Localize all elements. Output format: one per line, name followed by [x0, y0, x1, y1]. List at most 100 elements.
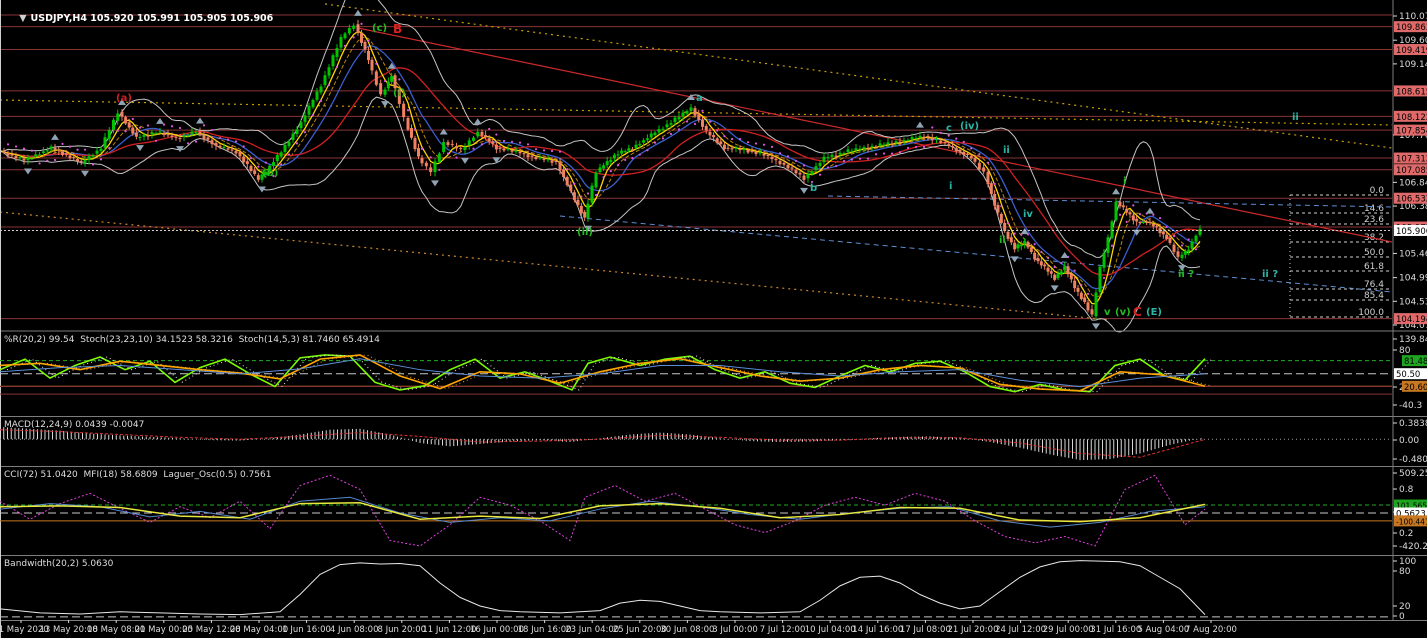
svg-text:(i): (i) — [393, 88, 406, 99]
svg-text:(a): (a) — [116, 93, 132, 104]
svg-text:B: B — [393, 22, 402, 36]
svg-text:20.60: 20.60 — [1404, 383, 1427, 393]
svg-text:50.0: 50.0 — [1364, 248, 1384, 258]
svg-text:100.0: 100.0 — [1358, 308, 1384, 318]
mt4-chart-window: ▼ USDJPY,H4 105.920 105.991 105.905 105.9… — [0, 0, 1427, 638]
svg-text:-420.2851: -420.2851 — [1399, 542, 1427, 552]
svg-text:11 Jun 12:00: 11 Jun 12:00 — [422, 625, 476, 635]
svg-text:(iv): (iv) — [960, 121, 979, 132]
svg-text:a: a — [696, 93, 703, 104]
svg-text:106.840: 106.840 — [1399, 178, 1427, 188]
svg-text:76.4: 76.4 — [1364, 280, 1384, 290]
svg-text:0.2: 0.2 — [1399, 529, 1413, 539]
fibonacci-retracement[interactable]: 0.014.623.638.250.061.876.485.4100.0 — [1289, 186, 1389, 318]
panel-axis-cci-mfi-laguerre[interactable]: 509.25810.80.50.2-420.2851101.56590.5623… — [1393, 469, 1427, 552]
svg-text:81.48: 81.48 — [1404, 357, 1427, 367]
svg-text:14 Jul 16:00: 14 Jul 16:00 — [852, 625, 903, 635]
one-click-trading-arrow[interactable]: ▼ — [19, 13, 26, 24]
indicator-label-bandwidth: Bandwidth(20,2) 5.0630 — [4, 559, 114, 569]
panel-bandwidth — [0, 560, 1392, 618]
svg-text:0.8: 0.8 — [1399, 485, 1414, 495]
svg-text:18 Jun 16:00: 18 Jun 16:00 — [518, 625, 572, 635]
svg-text:16 Jun 00:00: 16 Jun 00:00 — [470, 625, 524, 635]
svg-text:-100.4412: -100.4412 — [1396, 517, 1427, 526]
svg-text:110.070: 110.070 — [1399, 12, 1427, 22]
symbol-timeframe: USDJPY,H4 — [30, 13, 87, 24]
panel-cci-mfi-laguerre — [0, 474, 1392, 547]
panel-axis-wpr-stoch[interactable]: 139.848020-40.381.4850.5020.60 — [1393, 335, 1427, 411]
svg-text:7 Aug 20:00: 7 Aug 20:00 — [1185, 625, 1237, 635]
svg-text:14.6: 14.6 — [1364, 204, 1384, 214]
svg-text:0: 0 — [1399, 612, 1405, 622]
svg-text:ii: ii — [1003, 145, 1010, 156]
svg-text:30 Jun 08:00: 30 Jun 08:00 — [660, 625, 714, 635]
svg-text:109.140: 109.140 — [1399, 60, 1427, 70]
svg-text:i: i — [949, 181, 952, 192]
panel-axis-bandwidth[interactable]: 10080 200 — [1393, 557, 1416, 622]
svg-text:109.863: 109.863 — [1396, 23, 1427, 33]
svg-text:61.8: 61.8 — [1364, 262, 1384, 272]
indicator-label-cci: CCI(72) 51.0420 MFI(18) 58.6809 Laguer_O… — [4, 470, 272, 480]
svg-text:(c): (c) — [372, 23, 387, 34]
svg-text:105.460: 105.460 — [1399, 249, 1427, 259]
svg-text:23.6: 23.6 — [1364, 215, 1384, 225]
svg-text:7 Jul 12:00: 7 Jul 12:00 — [760, 625, 806, 635]
svg-text:8 Jun 20:00: 8 Jun 20:00 — [378, 625, 427, 635]
svg-text:24 Jul 12:00: 24 Jul 12:00 — [995, 625, 1046, 635]
svg-text:104.990: 104.990 — [1399, 274, 1427, 284]
svg-text:107.312: 107.312 — [1396, 155, 1427, 165]
chart-title: ▼ USDJPY,H4 105.920 105.991 105.905 105.9… — [6, 2, 273, 35]
svg-text:509.2581: 509.2581 — [1399, 469, 1427, 479]
svg-text:c: c — [946, 123, 952, 134]
chart-canvas[interactable]: 0.014.623.638.250.061.876.485.4100.0(a)(… — [0, 0, 1427, 638]
svg-text:23 Jun 04:00: 23 Jun 04:00 — [565, 625, 619, 635]
svg-text:105.906: 105.906 — [1396, 227, 1427, 237]
svg-text:i: i — [1123, 176, 1126, 187]
svg-text:ii ?: ii ? — [1262, 269, 1278, 280]
svg-text:107.085: 107.085 — [1396, 166, 1427, 176]
svg-text:v: v — [1104, 307, 1111, 318]
panel-wpr-stoch — [0, 354, 1392, 395]
svg-text:0.0: 0.0 — [1370, 186, 1385, 196]
svg-text:-40.3: -40.3 — [1399, 401, 1422, 411]
svg-text:(b): (b) — [262, 168, 278, 179]
indicator-label-macd: MACD(12,24,9) 0.0439 -0.0047 — [4, 420, 145, 430]
svg-text:(E): (E) — [1146, 307, 1162, 318]
panel-axis-macd[interactable]: 0.3838 0.00 -0.4804 — [1393, 419, 1427, 465]
svg-text:ii: ii — [1292, 112, 1299, 123]
svg-text:ii ?: ii ? — [1178, 269, 1194, 280]
svg-text:139.84: 139.84 — [1399, 335, 1427, 345]
svg-text:25 Jun 20:00: 25 Jun 20:00 — [613, 625, 667, 635]
indicator-label-wpr-stoch: %R(20,2) 99.54 Stoch(23,23,10) 34.1523 5… — [4, 335, 380, 345]
svg-text:5 Aug 04:00: 5 Aug 04:00 — [1137, 625, 1189, 635]
svg-text:100: 100 — [1399, 557, 1416, 567]
svg-text:1 Jun 16:00: 1 Jun 16:00 — [282, 625, 331, 635]
panel-macd — [0, 426, 1392, 461]
svg-text:17 Jul 08:00: 17 Jul 08:00 — [900, 625, 951, 635]
svg-text:ii: ii — [999, 235, 1006, 246]
svg-text:80: 80 — [1399, 567, 1411, 577]
svg-text:50.50: 50.50 — [1396, 370, 1420, 380]
svg-text:-0.4804: -0.4804 — [1399, 455, 1427, 465]
svg-text:21 Jul 20:00: 21 Jul 20:00 — [948, 625, 999, 635]
svg-text:28 May 04:00: 28 May 04:00 — [230, 625, 288, 635]
svg-text:20: 20 — [1399, 602, 1411, 612]
time-axis[interactable]: 11 May 202013 May 20:0018 May 08:0021 Ma… — [0, 620, 1237, 635]
svg-text:4 Jun 08:00: 4 Jun 08:00 — [330, 625, 379, 635]
svg-text:C: C — [1133, 305, 1142, 319]
svg-text:106.532: 106.532 — [1396, 195, 1427, 205]
svg-text:109.419: 109.419 — [1396, 46, 1427, 56]
wave-labels[interactable]: (a)(b)(c) B(i)(ii)abc (iv)iiiiviiiii ? ii ?… — [116, 22, 1299, 319]
svg-text:(ii): (ii) — [577, 227, 593, 238]
svg-text:31 Jul 16:00: 31 Jul 16:00 — [1090, 625, 1141, 635]
svg-text:107.854: 107.854 — [1396, 127, 1427, 137]
svg-text:104.194: 104.194 — [1396, 315, 1427, 325]
svg-text:108.615: 108.615 — [1396, 87, 1427, 97]
svg-text:10 Jul 04:00: 10 Jul 04:00 — [805, 625, 856, 635]
svg-text:0.3838: 0.3838 — [1399, 419, 1427, 429]
parabolic-sar-dots — [0, 22, 1198, 327]
svg-text:104.530: 104.530 — [1399, 297, 1427, 307]
svg-text:(v): (v) — [1115, 307, 1131, 318]
price-axis[interactable]: 110.070109.600109.140107.760106.840106.3… — [1393, 12, 1427, 331]
svg-text:3 Jul 00:00: 3 Jul 00:00 — [712, 625, 758, 635]
